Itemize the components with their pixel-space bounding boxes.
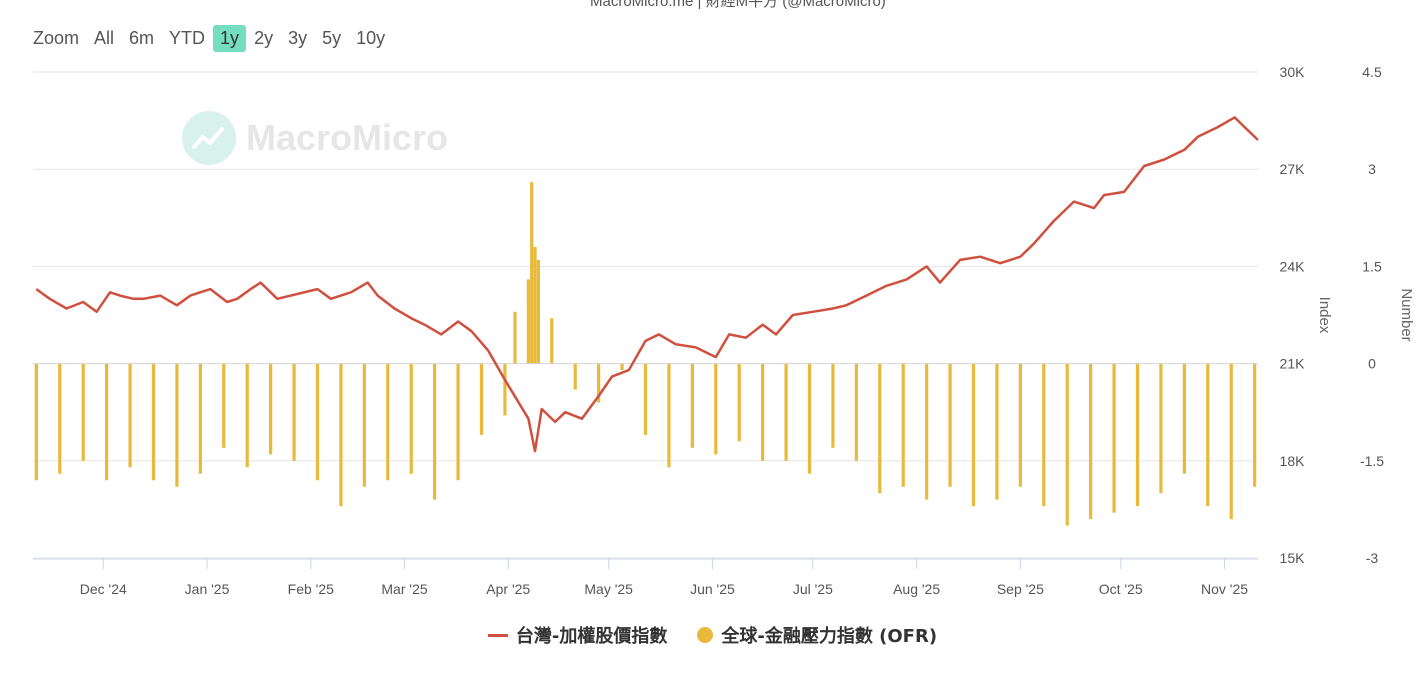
x-tick-label: Feb '25	[288, 581, 334, 597]
legend-dot-marker	[697, 627, 714, 643]
ofr-bar	[1253, 363, 1257, 487]
x-tick-label: Apr '25	[486, 581, 530, 597]
y-axis-left-title: Index	[1316, 297, 1333, 334]
ofr-bar	[151, 363, 156, 481]
x-tick-label: Jan '25	[185, 581, 230, 597]
ofr-bar	[1065, 363, 1069, 526]
ofr-bar	[1089, 363, 1093, 520]
ofr-bar	[245, 363, 249, 468]
y-axis-right: 4.5 3 1.5 0 -1.5 -3	[1360, 64, 1384, 566]
y-axis-left: 30K 27K 24K 21K 18K 15K	[1280, 64, 1306, 566]
y-left-tick-label: 18K	[1280, 453, 1306, 469]
ofr-bar	[362, 363, 366, 487]
ofr-bar	[643, 363, 648, 435]
ofr-bar	[1229, 363, 1233, 520]
ofr-bar	[339, 363, 343, 507]
ofr-bar	[34, 363, 38, 481]
ofr-bar	[386, 363, 390, 481]
ofr-bar	[409, 363, 413, 474]
y-right-tick-label: -1.5	[1360, 453, 1384, 469]
y-axis-right-title: Number	[1398, 288, 1415, 341]
ofr-bar	[995, 363, 999, 500]
legend-item-ofr[interactable]: 全球-金融壓力指數 (OFR)	[697, 622, 937, 648]
legend: 台灣-加權股價指數 全球-金融壓力指數 (OFR)	[0, 622, 1425, 648]
ofr-bar	[667, 363, 671, 468]
y-left-tick-label: 24K	[1280, 258, 1306, 274]
ofr-bar	[198, 363, 202, 474]
ofr-bar	[761, 363, 765, 461]
ofr-bar	[854, 363, 858, 461]
x-tick-label: Jun '25	[690, 581, 735, 597]
index-line	[35, 116, 1259, 453]
ofr-bar	[878, 363, 882, 494]
y-left-tick-label: 27K	[1280, 161, 1306, 177]
ofr-bar	[971, 363, 976, 507]
ofr-bar	[714, 363, 718, 455]
ofr-bar	[737, 363, 741, 442]
x-tick-label: May '25	[584, 581, 633, 597]
y-right-tick-label: 0	[1368, 356, 1376, 372]
chart-canvas: Dec '24 Jan '25 Feb '25 Mar '25 Apr '25 May '…	[33, 64, 1415, 597]
legend-label-ofr: 全球-金融壓力指數 (OFR)	[721, 626, 938, 647]
legend-line-marker	[487, 633, 508, 637]
ofr-bar	[784, 363, 788, 461]
ofr-bar	[526, 279, 530, 364]
ofr-bar	[807, 363, 812, 474]
ofr-bar	[292, 363, 296, 461]
x-tick-label: Nov '25	[1201, 581, 1248, 597]
grid-lines	[33, 71, 1258, 559]
ofr-bar	[573, 363, 577, 390]
legend-label-taiex: 台灣-加權股價指數	[515, 626, 668, 647]
ofr-bar	[58, 363, 62, 474]
ofr-bar	[533, 246, 537, 364]
ofr-bar	[690, 363, 694, 448]
ofr-bar	[831, 363, 835, 448]
x-tick-label: Dec '24	[80, 581, 127, 597]
y-left-tick-label: 21K	[1280, 356, 1306, 372]
ofr-bar	[105, 363, 109, 481]
ofr-bar	[315, 363, 320, 481]
ofr-bar	[513, 311, 517, 364]
x-tick-label: Jul '25	[793, 581, 833, 597]
ofr-bar	[433, 363, 437, 500]
ofr-bar	[269, 363, 273, 455]
y-right-tick-label: -3	[1366, 550, 1379, 566]
x-tick-label: Oct '25	[1099, 581, 1143, 597]
ofr-bar	[1206, 363, 1210, 507]
ofr-bar	[901, 363, 905, 487]
ofr-bar	[536, 259, 540, 364]
x-tick-label: Mar '25	[381, 581, 427, 597]
x-tick-label: Aug '25	[893, 581, 940, 597]
ofr-bar	[503, 363, 507, 416]
ofr-bar	[1159, 363, 1163, 494]
ofr-bar	[1042, 363, 1046, 507]
ofr-bar	[530, 182, 534, 364]
ofr-bar	[1112, 363, 1116, 513]
ofr-bar	[175, 363, 179, 487]
ofr-bars	[34, 182, 1257, 526]
x-tick-label: Sep '25	[997, 581, 1044, 597]
ofr-bar	[620, 363, 624, 371]
ofr-bar	[1182, 363, 1186, 474]
ofr-bar	[1135, 363, 1140, 507]
y-left-tick-label: 30K	[1280, 64, 1306, 80]
ofr-bar	[128, 363, 132, 468]
ofr-bar	[456, 363, 460, 481]
ofr-bar	[81, 363, 85, 461]
ofr-bar	[222, 363, 226, 448]
x-axis: Dec '24 Jan '25 Feb '25 Mar '25 Apr '25 May '…	[33, 558, 1258, 597]
ofr-bar	[1018, 363, 1022, 487]
legend-item-taiex[interactable]: 台灣-加權股價指數	[487, 622, 668, 648]
y-right-tick-label: 3	[1368, 161, 1376, 177]
ofr-bar	[948, 363, 952, 487]
ofr-bar	[925, 363, 929, 500]
y-right-tick-label: 1.5	[1362, 258, 1382, 274]
ofr-bar	[479, 363, 484, 435]
ofr-bar	[550, 318, 554, 364]
y-right-tick-label: 4.5	[1362, 64, 1382, 80]
y-left-tick-label: 15K	[1280, 550, 1306, 566]
